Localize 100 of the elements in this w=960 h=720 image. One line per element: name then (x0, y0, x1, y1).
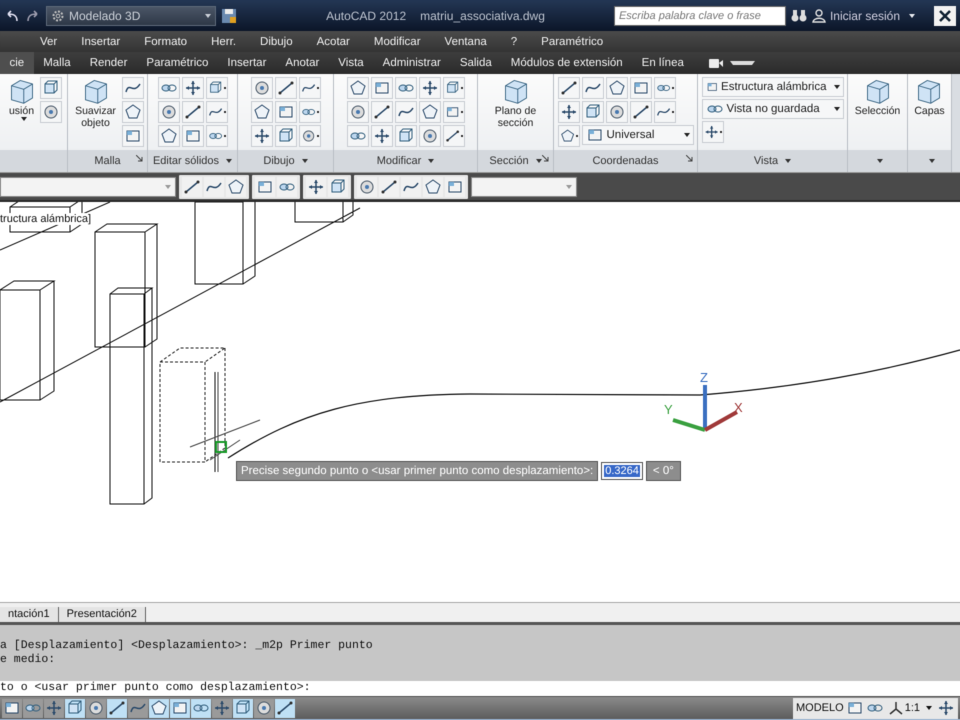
ribbon-tab[interactable]: Malla (34, 52, 80, 74)
layer-dropdown[interactable] (0, 176, 176, 196)
style-dropdown[interactable] (471, 176, 577, 196)
shape-icon (184, 103, 202, 121)
tool-button[interactable] (379, 176, 399, 196)
search-field[interactable]: Escriba palabra clave o frase (614, 6, 786, 26)
ribbon-tab[interactable]: Módulos de extensión (501, 52, 632, 74)
command-history-line: e medio: (0, 653, 56, 667)
menu-item[interactable]: Modificar (362, 36, 433, 48)
layout-tab[interactable]: ntación1 (0, 607, 59, 622)
distance-input[interactable]: 0.3264 (601, 462, 643, 480)
status-toggle-button[interactable] (128, 698, 148, 718)
tool-button[interactable] (423, 176, 443, 196)
status-toggle-button[interactable] (149, 698, 169, 718)
menu-item[interactable]: ? (498, 36, 530, 48)
status-toggle-button[interactable] (23, 698, 43, 718)
ribbon-tab[interactable]: Salida (450, 52, 502, 74)
shape-icon (160, 103, 178, 121)
shape-icon (160, 127, 178, 145)
annotation-scale-button[interactable]: 1:1 (886, 701, 935, 715)
shape-icon (348, 103, 366, 121)
menu-item[interactable]: Insertar (69, 36, 132, 48)
view-dropdown[interactable]: Universal (582, 125, 694, 145)
tool-button[interactable] (277, 176, 297, 196)
status-toggle-button[interactable] (191, 698, 211, 718)
menu-item[interactable]: Herr. (199, 36, 248, 48)
shape-icon (420, 79, 438, 97)
ribbon-tab[interactable]: Insertar (218, 52, 276, 74)
ribbon-tab[interactable]: Render (80, 52, 137, 74)
drafting-icon (45, 699, 63, 717)
caret-icon (20, 117, 26, 121)
tool-button[interactable] (401, 176, 421, 196)
shape-icon (252, 127, 270, 145)
tool-button[interactable] (357, 176, 377, 196)
binoculars-icon (790, 8, 807, 22)
shape-icon (183, 178, 201, 196)
tool-button[interactable] (204, 176, 224, 196)
view-dropdown[interactable]: Vista no guardada (702, 99, 844, 119)
menu-item[interactable]: Ventana (432, 36, 499, 48)
ribbon-tab[interactable]: Anotar (276, 52, 329, 74)
status-toggle-button[interactable] (2, 698, 22, 718)
tool-button[interactable] (328, 176, 348, 196)
workspace-dropdown[interactable]: Modelado 3D (46, 6, 216, 26)
model-space-label[interactable]: MODELO (796, 702, 844, 714)
status-toggle-button[interactable] (86, 698, 106, 718)
viewport-label[interactable]: tructura alámbrica] (0, 213, 94, 225)
tool-button[interactable] (226, 176, 246, 196)
shape-icon (424, 178, 442, 196)
shape-icon (560, 103, 578, 121)
caret-icon (205, 14, 211, 18)
status-toggle-button[interactable] (254, 698, 274, 718)
drafting-icon (87, 699, 105, 717)
panel-title: Malla (94, 154, 121, 166)
status-toggle-button[interactable] (275, 698, 295, 718)
tool-button[interactable] (445, 176, 465, 196)
drafting-icon (276, 699, 294, 717)
app-title: AutoCAD 2012 (326, 8, 406, 22)
tool-button[interactable] (306, 176, 326, 196)
menu-item[interactable]: Acotar (304, 36, 362, 48)
shape-icon (372, 127, 390, 145)
search-button[interactable] (790, 8, 807, 22)
shape-icon (227, 178, 245, 196)
view-dropdown[interactable]: Estructura alámbrica (702, 77, 844, 97)
exchange-button[interactable] (934, 6, 956, 26)
caret-icon (928, 158, 934, 162)
ribbon-tab[interactable]: En línea (632, 52, 694, 74)
caret-icon (909, 14, 915, 18)
tool-button[interactable] (937, 699, 955, 717)
status-toggle-button[interactable] (107, 698, 127, 718)
menu-item[interactable]: Paramétrico (529, 36, 616, 48)
caret-icon (785, 158, 792, 162)
status-toggle-button[interactable] (65, 698, 85, 718)
panel-title: Modificar (376, 154, 422, 166)
drafting-icon (255, 699, 273, 717)
ribbon-tab[interactable]: Vista (328, 52, 374, 74)
caret-icon (834, 107, 840, 111)
command-input[interactable]: to o <usar primer punto como desplazamiento>: (0, 681, 960, 697)
shape-icon (420, 127, 438, 145)
shape-icon (608, 79, 626, 97)
ribbon-tab[interactable]: cie (0, 52, 34, 74)
status-toggle-button[interactable] (44, 698, 64, 718)
status-toggle-button[interactable] (212, 698, 232, 718)
launcher-icon[interactable] (542, 155, 549, 162)
shape-icon (252, 103, 270, 121)
ribbon-tab[interactable]: Paramétrico (136, 52, 218, 74)
tool-button[interactable] (255, 176, 275, 196)
launcher-icon[interactable] (686, 155, 693, 162)
tool-button[interactable] (182, 176, 202, 196)
sign-in-link[interactable]: Iniciar sesión (812, 8, 900, 22)
ribbon-tab[interactable]: Administrar (373, 52, 450, 74)
launcher-icon[interactable] (136, 155, 143, 162)
menu-item[interactable]: Ver (28, 36, 70, 48)
menu-item[interactable]: Dibujo (248, 36, 305, 48)
status-toggle-button[interactable] (233, 698, 253, 718)
status-toggle-button[interactable] (170, 698, 190, 718)
layout-tab[interactable]: Presentación2 (58, 607, 146, 622)
shape-icon (276, 79, 294, 97)
menu-item[interactable]: Formato (132, 36, 200, 48)
save-button[interactable] (221, 8, 237, 24)
caret-icon (730, 61, 755, 65)
